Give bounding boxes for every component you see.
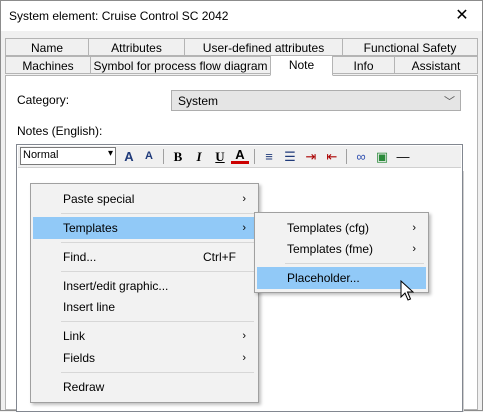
tab-functional-safety[interactable]: Functional Safety [342,38,478,56]
chevron-down-icon: ▾ [107,148,113,159]
menu-item-templates[interactable]: Templates › [33,217,256,239]
menu-separator [61,242,254,243]
submenu-item-templates-fme[interactable]: Templates (fme) › [257,238,426,260]
menu-item-shortcut: Ctrl+F [203,250,236,264]
menu-separator [61,321,254,322]
menu-item-label: Link [63,329,86,343]
italic-icon[interactable]: I [190,148,208,165]
menu-item-insert-edit-graphic[interactable]: Insert/edit graphic... [33,275,256,297]
menu-item-label: Templates [63,221,118,235]
numbered-list-icon[interactable]: ≡ [260,148,278,165]
menu-item-fields[interactable]: Fields › [33,347,256,369]
editor-scrollbar [463,171,464,412]
menu-item-find[interactable]: Find... Ctrl+F [33,246,256,268]
window-title: System element: Cruise Control SC 2042 [9,9,229,23]
bold-icon[interactable]: B [169,148,187,165]
dialog-window: System element: Cruise Control SC 2042 ✕… [0,0,483,412]
horizontal-rule-icon[interactable]: — [394,148,412,165]
menu-separator [61,271,254,272]
toolbar-divider [346,149,347,164]
menu-item-label: Insert/edit graphic... [63,279,169,293]
chevron-right-icon: › [242,352,246,364]
image-icon[interactable]: ▣ [373,148,391,165]
mouse-pointer-icon [400,280,414,301]
tab-note[interactable]: Note [270,55,333,76]
indent-icon[interactable]: ⇥ [302,148,320,165]
link-icon[interactable]: ∞ [352,148,370,165]
menu-item-paste-special[interactable]: Paste special › [33,188,256,210]
menu-item-label: Templates (cfg) [287,221,370,235]
tab-info[interactable]: Info [332,56,395,74]
chevron-right-icon: › [242,222,246,234]
menu-separator [61,372,254,373]
chevron-right-icon: › [412,222,416,234]
menu-item-redraw[interactable]: Redraw [33,376,256,398]
close-button[interactable]: ✕ [442,1,482,31]
menu-item-insert-line[interactable]: Insert line [33,296,256,318]
tab-machines[interactable]: Machines [5,56,91,74]
tab-user-defined-attributes[interactable]: User-defined attributes [184,38,343,56]
tab-symbol-process-flow[interactable]: Symbol for process flow diagram [90,56,271,74]
font-grow-icon[interactable]: A [120,148,138,165]
font-shrink-icon[interactable]: A [140,148,158,165]
tab-attributes[interactable]: Attributes [88,38,185,56]
toolbar-divider [163,149,164,164]
menu-item-label: Paste special [63,192,135,206]
bullet-list-icon[interactable]: ☰ [281,148,299,165]
text-color-icon[interactable]: A [231,148,249,164]
menu-item-label: Find... [63,250,97,264]
editor-toolbar: Normal ▾ A A B I U A ≡ ☰ ⇥ ⇤ ∞ ▣ — [18,146,461,168]
underline-icon[interactable]: U [211,148,229,165]
menu-item-label: Placeholder... [287,271,360,285]
category-label: Category: [17,93,70,107]
outdent-icon[interactable]: ⇤ [323,148,341,165]
paragraph-style-select[interactable]: Normal ▾ [20,147,116,165]
tab-name[interactable]: Name [5,38,89,56]
chevron-right-icon: › [242,330,246,342]
toolbar-divider [254,149,255,164]
menu-separator [285,263,424,264]
menu-separator [61,213,254,214]
chevron-down-icon: ﹀ [444,96,455,108]
title-bar: System element: Cruise Control SC 2042 ✕ [1,1,482,31]
category-value: System [178,94,219,108]
paragraph-style-value: Normal [23,149,59,161]
context-menu: Paste special › Templates › Find... Ctrl… [30,183,259,403]
chevron-right-icon: › [242,193,246,205]
menu-item-label: Fields [63,351,96,365]
notes-label: Notes (English): [17,124,103,138]
submenu-item-templates-cfg[interactable]: Templates (cfg) › [257,217,426,239]
menu-item-link[interactable]: Link › [33,325,256,347]
menu-item-label: Insert line [63,300,116,314]
menu-item-label: Templates (fme) [287,242,374,256]
menu-item-label: Redraw [63,380,105,394]
category-select[interactable]: System ﹀ [171,90,461,111]
chevron-right-icon: › [412,243,416,255]
tab-assistant[interactable]: Assistant [394,56,478,74]
